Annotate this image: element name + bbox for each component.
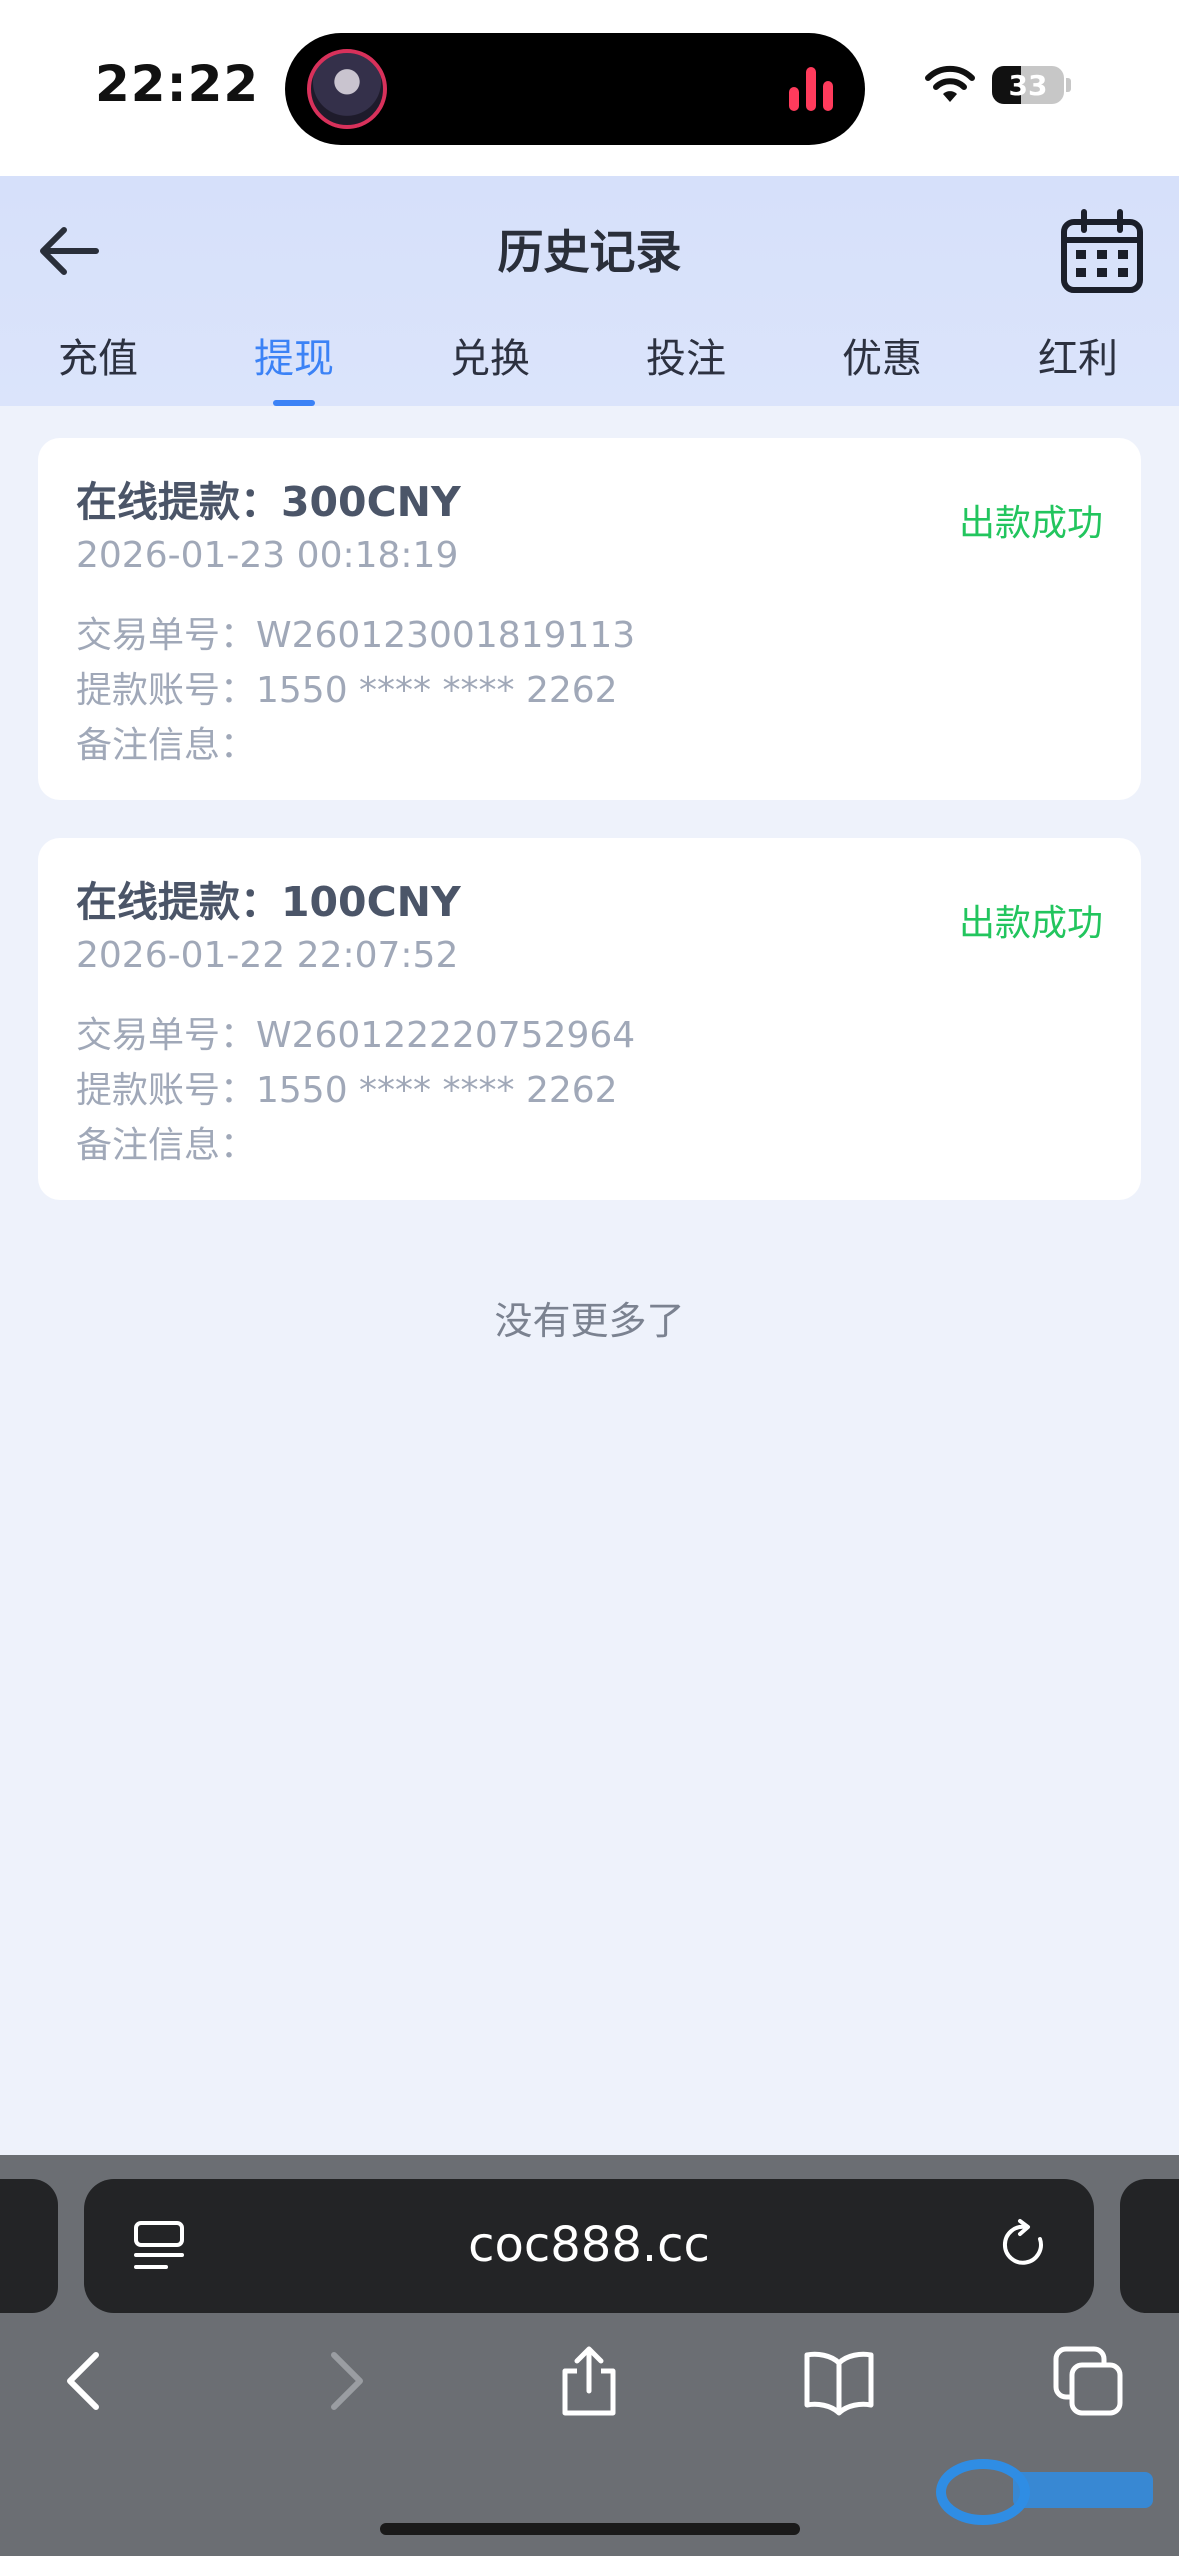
tab-bonus[interactable]: 红利 — [980, 326, 1176, 384]
record-status: 出款成功 — [958, 903, 1103, 944]
home-indicator — [380, 2523, 800, 2535]
battery-icon: 33 — [992, 66, 1064, 104]
tabs-overview-icon[interactable] — [1052, 2345, 1124, 2417]
record-order-number: 交易单号：W260123001819113 — [76, 615, 636, 656]
tab-exchange[interactable]: 兑换 — [392, 326, 588, 384]
record-title: 在线提款：300CNY — [76, 478, 461, 526]
browser-forward-icon[interactable] — [306, 2345, 378, 2417]
record-tabs: 充值 提现 兑换 投注 优惠 红利 — [0, 326, 1179, 406]
audio-wave-icon — [789, 67, 835, 111]
next-tab-preview[interactable] — [1120, 2179, 1179, 2313]
record-card[interactable]: 在线提款：100CNY 出款成功 2026-01-22 22:07:52 交易单… — [38, 838, 1141, 1200]
tab-recharge[interactable]: 充值 — [0, 326, 196, 384]
calendar-icon[interactable] — [1058, 208, 1146, 296]
status-time: 22:22 — [95, 55, 260, 113]
status-bar: 22:22 33 — [0, 0, 1179, 176]
record-title: 在线提款：100CNY — [76, 878, 461, 926]
record-account: 提款账号：1550 **** **** 2262 — [76, 1070, 618, 1111]
bookmarks-icon[interactable] — [803, 2345, 875, 2417]
tab-withdraw[interactable]: 提现 — [196, 326, 392, 384]
record-note: 备注信息： — [76, 725, 257, 766]
battery-level: 33 — [1008, 69, 1048, 102]
browser-back-icon[interactable] — [52, 2345, 124, 2417]
now-playing-avatar — [307, 49, 387, 129]
share-icon[interactable] — [553, 2345, 625, 2417]
reload-icon[interactable] — [996, 2217, 1052, 2273]
tab-promotions[interactable]: 优惠 — [784, 326, 980, 384]
record-order-number: 交易单号：W260122220752964 — [76, 1015, 636, 1056]
page-header: 历史记录 充值 提现 兑换 投注 优惠 红利 — [0, 176, 1179, 406]
end-of-list-text: 没有更多了 — [494, 1299, 685, 1343]
active-tab-indicator — [273, 400, 315, 406]
watermark-logo — [936, 2459, 1153, 2525]
url-text: coc888.cc — [468, 2217, 710, 2273]
dynamic-island[interactable] — [285, 33, 865, 145]
record-account: 提款账号：1550 **** **** 2262 — [76, 670, 618, 711]
record-card[interactable]: 在线提款：300CNY 出款成功 2026-01-23 00:18:19 交易单… — [38, 438, 1141, 800]
record-status: 出款成功 — [958, 503, 1103, 544]
record-date: 2026-01-22 22:07:52 — [76, 935, 459, 976]
previous-tab-preview[interactable] — [0, 2179, 58, 2313]
tab-bets[interactable]: 投注 — [588, 326, 784, 384]
record-date: 2026-01-23 00:18:19 — [76, 535, 459, 576]
record-note: 备注信息： — [76, 1125, 257, 1166]
address-bar[interactable]: coc888.cc — [84, 2179, 1094, 2313]
page-title: 历史记录 — [497, 225, 682, 279]
wifi-icon — [925, 65, 975, 102]
